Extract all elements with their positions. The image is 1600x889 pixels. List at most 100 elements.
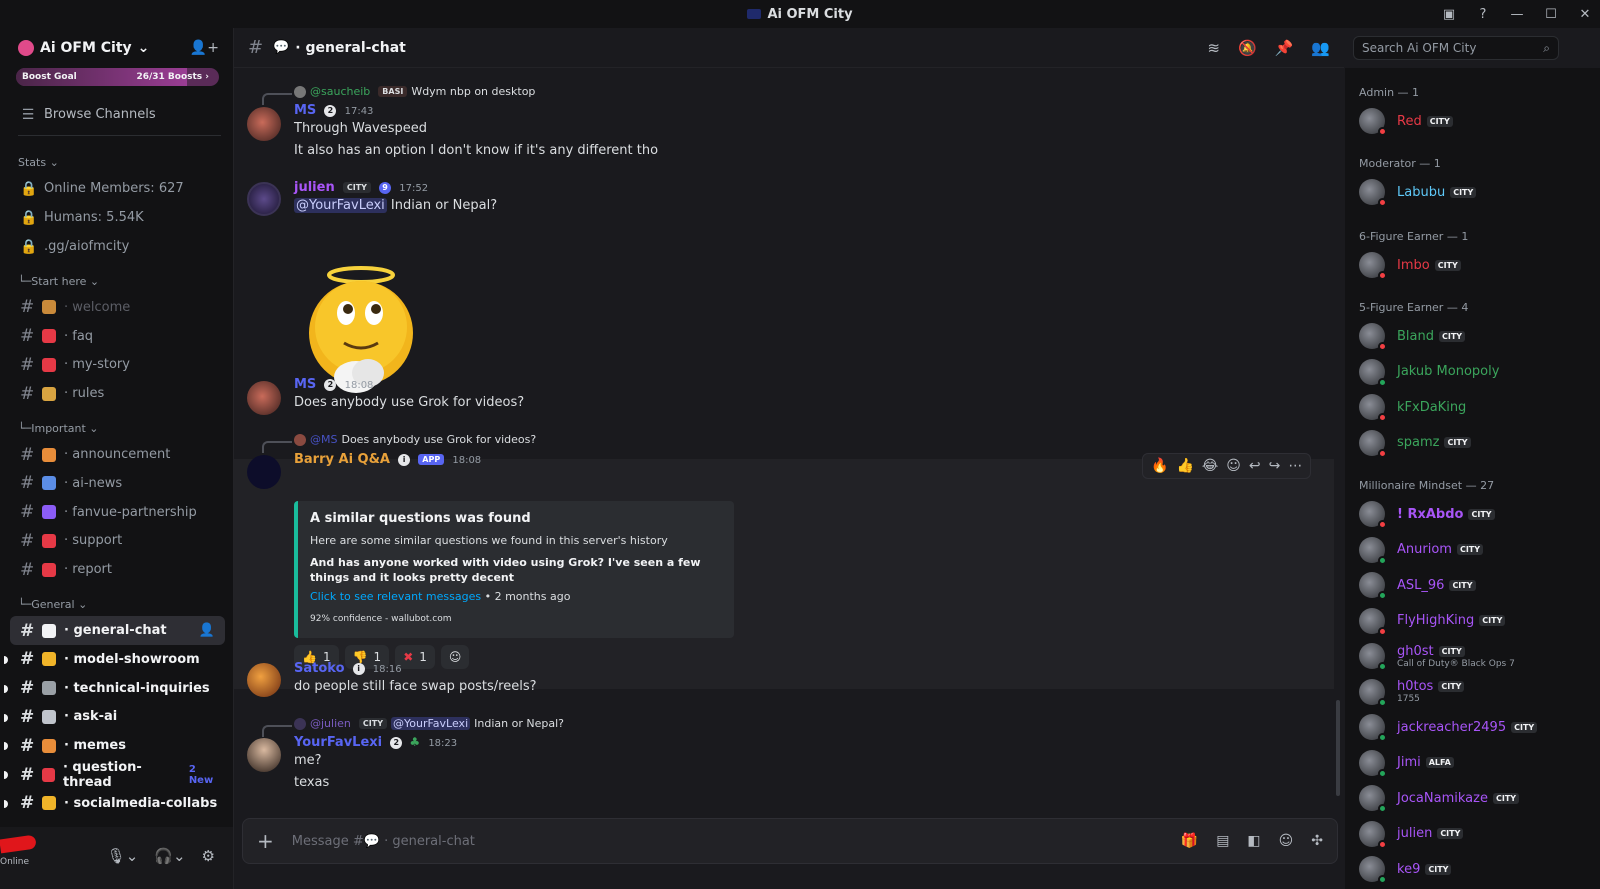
channel-item[interactable]: # · faq <box>0 322 233 351</box>
channel-name: · socialmedia-collabs <box>64 795 218 811</box>
channel-item[interactable]: # · welcome <box>0 293 233 322</box>
stat-humans[interactable]: 🔒 Humans: 5.54K <box>0 203 233 232</box>
message-barry-bot: Barry Ai Q&A i APP 18:08 <box>294 452 1325 467</box>
close-button[interactable]: ✕ <box>1570 7 1600 22</box>
category-header[interactable]: └─Start here ⌄ <box>0 269 233 293</box>
apps-icon[interactable]: ✣ <box>1311 833 1323 849</box>
status-indicator-icon <box>1378 839 1387 849</box>
channel-item[interactable]: # · technical-inquiries <box>0 674 233 703</box>
channel-item[interactable]: # · fanvue-partnership <box>0 498 233 527</box>
channel-item[interactable]: # · report <box>0 555 233 584</box>
browse-channels-button[interactable]: ☰ Browse Channels <box>0 100 233 129</box>
sticker-icon[interactable]: ◧ <box>1247 833 1260 849</box>
member-item[interactable]: ASL_96 CITY <box>1351 568 1561 602</box>
message-ms-1: MS 2 17:43 Through Wavespeed It also has… <box>294 103 1325 162</box>
user-avatar[interactable] <box>247 107 281 141</box>
member-name: julien <box>1397 826 1433 841</box>
message-username[interactable]: Satoko <box>294 661 345 676</box>
member-item[interactable]: Labubu CITY <box>1351 175 1561 209</box>
avatar <box>1359 678 1387 707</box>
boost-goal-label: Boost Goal <box>22 72 77 82</box>
member-item[interactable]: julien CITY <box>1351 817 1561 851</box>
message-username[interactable]: MS <box>294 377 316 392</box>
headphones-icon[interactable]: 🎧⌄ <box>154 847 185 865</box>
bot-avatar[interactable] <box>247 455 281 489</box>
reply-avatar <box>294 433 306 446</box>
microphone-icon[interactable]: 🎙⌄ <box>107 847 139 865</box>
member-item[interactable]: ke9 CITY <box>1351 852 1561 886</box>
channel-item[interactable]: # · support <box>0 527 233 556</box>
notification-muted-icon[interactable]: 🔕 <box>1238 39 1257 57</box>
pin-icon[interactable]: 📌 <box>1275 39 1294 57</box>
inbox-icon[interactable]: ▣ <box>1434 7 1464 22</box>
channel-item[interactable]: # · socialmedia-collabs <box>0 789 233 818</box>
channel-item[interactable]: # · rules <box>0 379 233 408</box>
category-stats[interactable]: Stats ⌄ <box>0 150 233 174</box>
message-composer[interactable]: + Message #💬 · general-chat 🎁 ▤ ◧ ☺ ✣ <box>242 818 1338 864</box>
member-list-icon[interactable]: 👥 <box>1311 39 1330 57</box>
message-username[interactable]: YourFavLexi <box>294 735 382 750</box>
threads-icon[interactable]: ≋ <box>1207 39 1220 57</box>
category-header[interactable]: └─General ⌄ <box>0 592 233 616</box>
search-input[interactable]: Search Ai OFM City ⌕ <box>1353 36 1559 60</box>
help-icon[interactable]: ? <box>1468 7 1498 22</box>
member-item[interactable]: Jakub Monopoly <box>1351 355 1561 389</box>
member-item[interactable]: Jimi ALFA <box>1351 746 1561 780</box>
stat-invite[interactable]: 🔒 .gg/aiofmcity <box>0 232 233 261</box>
boost-goal-bar[interactable]: Boost Goal 26/31 Boosts › <box>16 68 219 86</box>
gif-icon[interactable]: ▤ <box>1216 833 1229 849</box>
user-mention[interactable]: @YourFavLexi <box>294 198 387 213</box>
user-avatar[interactable] <box>247 182 281 216</box>
user-mention: @YourFavLexi <box>391 717 471 730</box>
member-item[interactable]: gh0st CITY Call of Duty® Black Ops 7 <box>1351 639 1561 673</box>
message-username[interactable]: MS <box>294 103 316 118</box>
member-item[interactable]: FlyHighKing CITY <box>1351 604 1561 638</box>
member-item[interactable]: h0tos CITY 1755 <box>1351 675 1561 709</box>
reply-preview[interactable]: @saucheib BASI Wdym nbp on desktop <box>262 85 535 105</box>
add-member-icon[interactable]: 👤+ <box>190 40 219 56</box>
channel-item[interactable]: # · ai-news <box>0 469 233 498</box>
invite-icon[interactable]: 👤 <box>199 623 215 638</box>
user-avatar[interactable] <box>247 738 281 772</box>
stat-online-members[interactable]: 🔒 Online Members: 627 <box>0 174 233 203</box>
message-username[interactable]: julien <box>294 180 335 195</box>
message-username[interactable]: Barry Ai Q&A <box>294 452 390 467</box>
server-header[interactable]: Ai OFM City ⌄ 👤+ <box>0 28 233 68</box>
member-item[interactable]: kFxDaKing <box>1351 390 1561 424</box>
embed-description: Here are some similar questions we found… <box>310 534 668 547</box>
reply-preview[interactable]: @julien CITY @YourFavLexi Indian or Nepa… <box>262 717 564 737</box>
add-attachment-icon[interactable]: + <box>257 829 274 853</box>
channel-item[interactable]: # · question-thread 2 New <box>0 760 233 790</box>
message-input[interactable]: Message #💬 · general-chat <box>292 834 475 849</box>
member-item[interactable]: spamz CITY <box>1351 426 1561 460</box>
member-item[interactable]: Red CITY <box>1351 104 1561 138</box>
channel-item[interactable]: # · general-chat 👤 <box>10 616 225 645</box>
member-item[interactable]: JocaNamikaze CITY <box>1351 781 1561 815</box>
minimize-button[interactable]: — <box>1502 7 1532 22</box>
maximize-button[interactable]: ☐ <box>1536 7 1566 22</box>
reply-preview[interactable]: @MS Does anybody use Grok for videos? <box>262 433 536 453</box>
channel-item[interactable]: # · announcement <box>0 440 233 469</box>
channel-item[interactable]: # · my-story <box>0 351 233 380</box>
member-item[interactable]: Bland CITY <box>1351 319 1561 353</box>
channel-item[interactable]: # · memes <box>0 731 233 760</box>
channel-item[interactable]: # · ask-ai <box>0 703 233 732</box>
reply-username: @saucheib <box>310 85 371 98</box>
chat-scrollbar[interactable] <box>1336 700 1340 796</box>
emoji-icon[interactable]: ☺ <box>1279 833 1294 849</box>
user-avatar[interactable] <box>247 381 281 415</box>
channel-emoji-icon <box>42 386 56 401</box>
member-item[interactable]: Imbo CITY <box>1351 248 1561 282</box>
server-tag: CITY <box>1450 186 1477 198</box>
member-item[interactable]: ! RxAbdo CITY <box>1351 497 1561 531</box>
message-satoko: Satoko i 18:16 do people still face swap… <box>294 661 1325 698</box>
member-item[interactable]: jackreacher2495 CITY <box>1351 710 1561 744</box>
status-indicator-icon <box>1378 127 1387 136</box>
user-avatar[interactable] <box>247 663 281 697</box>
settings-gear-icon[interactable]: ⚙ <box>202 847 215 865</box>
member-item[interactable]: Anuriom CITY <box>1351 533 1561 567</box>
category-header[interactable]: └─Important ⌄ <box>0 416 233 440</box>
channel-item[interactable]: # · model-showroom <box>0 645 233 674</box>
embed-link[interactable]: Click to see relevant messages <box>310 590 481 603</box>
gift-icon[interactable]: 🎁 <box>1181 833 1198 849</box>
